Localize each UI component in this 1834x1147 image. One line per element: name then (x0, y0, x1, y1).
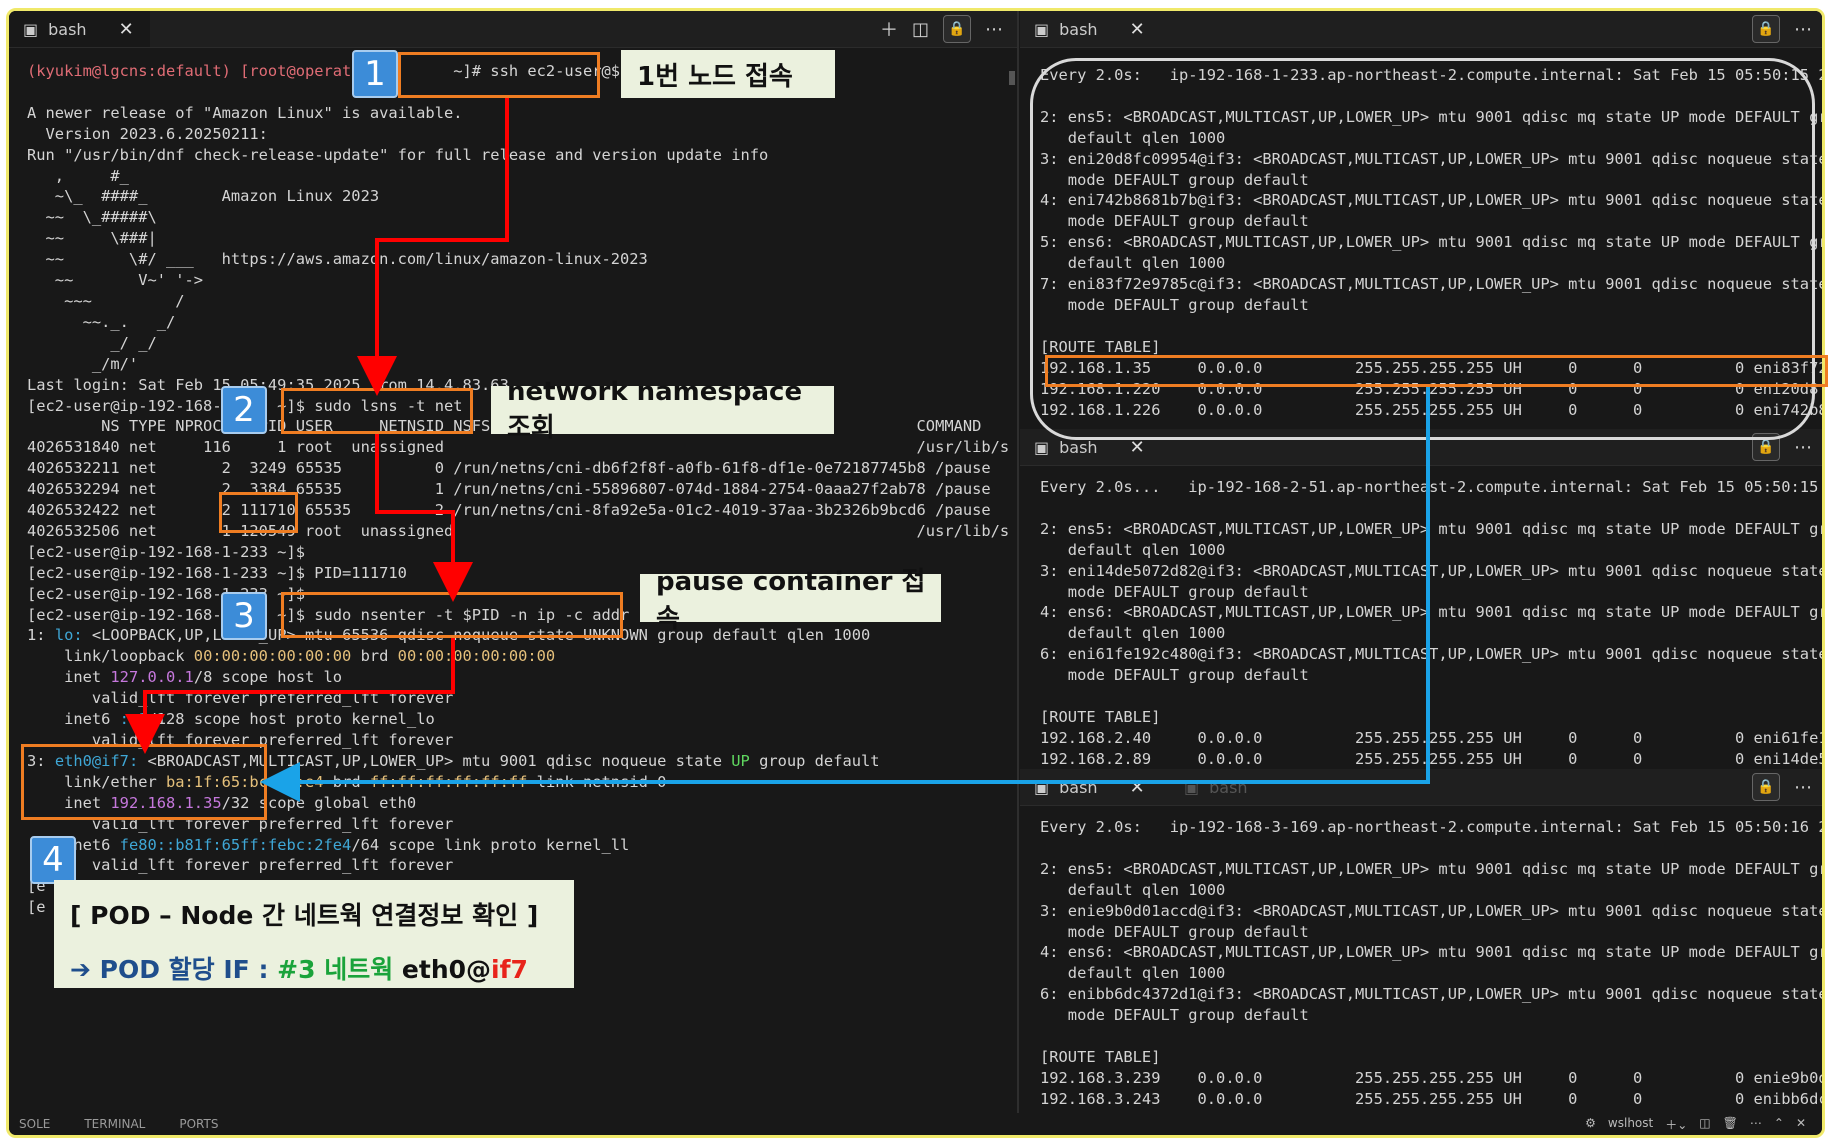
arrow-route-to-eth0 (260, 387, 1430, 802)
arrow-step1-to-step2 (357, 98, 509, 396)
arrow-step2-to-step3 (375, 434, 473, 602)
arrow-step3-to-eth0 (125, 638, 455, 754)
flow-arrows (125, 98, 1430, 802)
